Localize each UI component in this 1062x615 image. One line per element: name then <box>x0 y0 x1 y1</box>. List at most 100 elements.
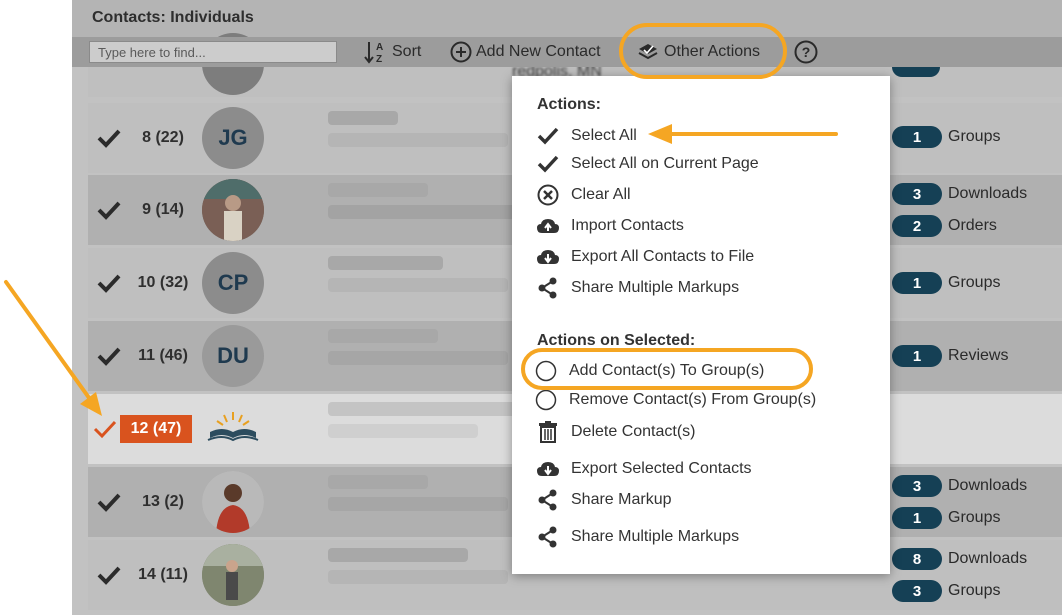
check-icon[interactable] <box>96 491 122 513</box>
menu-item-label: Select All on Current Page <box>571 155 759 172</box>
check-icon[interactable] <box>96 272 122 294</box>
row-number: 10 (32) <box>137 274 189 291</box>
screenshot-stage: Contacts: Individuals redpolis, MN A Z S… <box>0 0 1062 615</box>
layers-check-icon <box>638 44 658 60</box>
menu-item-label: Export Selected Contacts <box>571 460 752 477</box>
other-actions-menu: Actions: Select All Select All on Curren… <box>512 76 890 574</box>
sort-label: Sort <box>392 43 422 60</box>
menu-item-label: Delete Contact(s) <box>571 423 696 440</box>
badge-label[interactable]: Groups <box>948 582 1000 600</box>
book-logo-icon <box>207 412 259 442</box>
menu-item-remove-from-group[interactable]: Remove Contact(s) From Group(s) <box>534 388 816 412</box>
add-new-contact-label: Add New Contact <box>476 43 601 60</box>
avatar: DU <box>202 325 264 387</box>
person-photo-icon <box>202 471 264 533</box>
count-badge: 8 <box>892 548 942 570</box>
check-icon <box>537 155 559 173</box>
avatar-photo <box>202 471 264 533</box>
sort-az-icon: A Z <box>364 42 383 65</box>
person-photo-icon <box>202 179 264 241</box>
cloud-download-icon <box>537 462 559 476</box>
cloud-download-icon <box>537 250 559 264</box>
menu-item-label: Add Contact(s) To Group(s) <box>569 362 765 379</box>
menu-item-share-markup[interactable]: Share Markup <box>536 488 672 512</box>
radio-icon <box>535 360 557 382</box>
other-actions-button[interactable]: Other Actions <box>636 39 760 65</box>
avatar-photo <box>202 544 264 606</box>
menu-item-select-all-page[interactable]: Select All on Current Page <box>536 152 759 176</box>
plus-circle-icon <box>450 41 472 63</box>
count-badge: 1 <box>892 345 942 367</box>
add-new-contact-button[interactable]: Add New Contact <box>450 39 601 65</box>
avatar-photo <box>202 179 264 241</box>
check-icon <box>537 127 559 145</box>
menu-item-label: Select All <box>571 127 637 144</box>
count-badge: 3 <box>892 183 942 205</box>
menu-item-share-multiple-selected[interactable]: Share Multiple Markups <box>536 525 739 549</box>
radio-icon <box>535 389 557 411</box>
badge-label[interactable]: Downloads <box>948 550 1027 568</box>
menu-item-label: Export All Contacts to File <box>571 248 755 265</box>
help-button[interactable]: ? <box>794 39 818 65</box>
svg-text:Z: Z <box>376 54 382 65</box>
badge-label[interactable]: Groups <box>948 509 1000 527</box>
sort-button[interactable]: A Z Sort <box>364 39 421 65</box>
row-number: 14 (11) <box>138 566 188 583</box>
menu-item-label: Remove Contact(s) From Group(s) <box>569 391 817 408</box>
menu-item-export-selected[interactable]: Export Selected Contacts <box>536 457 752 481</box>
count-badge: 1 <box>892 272 942 294</box>
actions-heading: Actions: <box>537 96 601 113</box>
panel-title: Contacts: Individuals <box>92 9 254 26</box>
search-input[interactable] <box>89 41 337 63</box>
trash-icon <box>539 421 557 443</box>
menu-item-label: Share Multiple Markups <box>571 279 740 296</box>
row-number: 13 (2) <box>142 493 184 510</box>
count-badge: 3 <box>892 580 942 602</box>
person-photo-icon <box>202 544 264 606</box>
menu-item-clear-all[interactable]: Clear All <box>536 183 631 207</box>
cloud-upload-icon <box>537 219 559 233</box>
row-number: 9 (14) <box>142 201 184 218</box>
svg-text:A: A <box>376 42 383 53</box>
toolbar: A Z Sort Add New Contact Ot <box>72 37 1062 67</box>
share-icon <box>538 489 557 511</box>
row-number: 11 (46) <box>138 347 188 364</box>
menu-item-label: Share Multiple Markups <box>571 528 740 545</box>
menu-item-export-all[interactable]: Export All Contacts to File <box>536 245 754 269</box>
menu-item-add-to-group[interactable]: Add Contact(s) To Group(s) <box>534 359 764 383</box>
count-badge: 1 <box>892 126 942 148</box>
badge-label[interactable]: Orders <box>948 217 997 235</box>
avatar: JG <box>202 107 264 169</box>
menu-item-import-contacts[interactable]: Import Contacts <box>536 214 684 238</box>
panel-header: Contacts: Individuals <box>72 0 1062 37</box>
badge-label[interactable]: Groups <box>948 128 1000 146</box>
check-icon[interactable] <box>96 199 122 221</box>
check-icon[interactable] <box>96 564 122 586</box>
menu-item-label: Share Markup <box>571 491 672 508</box>
selected-actions-heading: Actions on Selected: <box>537 332 696 349</box>
menu-item-delete-contacts[interactable]: Delete Contact(s) <box>536 420 696 444</box>
check-icon[interactable] <box>96 345 122 367</box>
svg-text:?: ? <box>802 44 811 60</box>
badge-label[interactable]: Downloads <box>948 477 1027 495</box>
badge-label[interactable]: Groups <box>948 274 1000 292</box>
count-badge: 2 <box>892 215 942 237</box>
menu-item-label: Import Contacts <box>571 217 684 234</box>
menu-item-share-multiple[interactable]: Share Multiple Markups <box>536 276 739 300</box>
badge-label[interactable]: Downloads <box>948 185 1027 203</box>
badge-label[interactable]: Reviews <box>948 347 1008 365</box>
share-icon <box>538 526 557 548</box>
avatar: CP <box>202 252 264 314</box>
row-number: 8 (22) <box>142 129 184 146</box>
menu-item-select-all[interactable]: Select All <box>536 124 637 148</box>
clear-icon <box>537 184 559 206</box>
other-actions-label: Other Actions <box>664 43 761 60</box>
avatar-logo <box>202 398 264 460</box>
help-icon: ? <box>794 40 818 64</box>
check-icon[interactable] <box>92 418 118 440</box>
check-icon[interactable] <box>96 127 122 149</box>
count-badge: 3 <box>892 475 942 497</box>
menu-item-label: Clear All <box>571 186 631 203</box>
row-number-selected: 12 (47) <box>120 415 192 443</box>
share-icon <box>538 277 557 299</box>
